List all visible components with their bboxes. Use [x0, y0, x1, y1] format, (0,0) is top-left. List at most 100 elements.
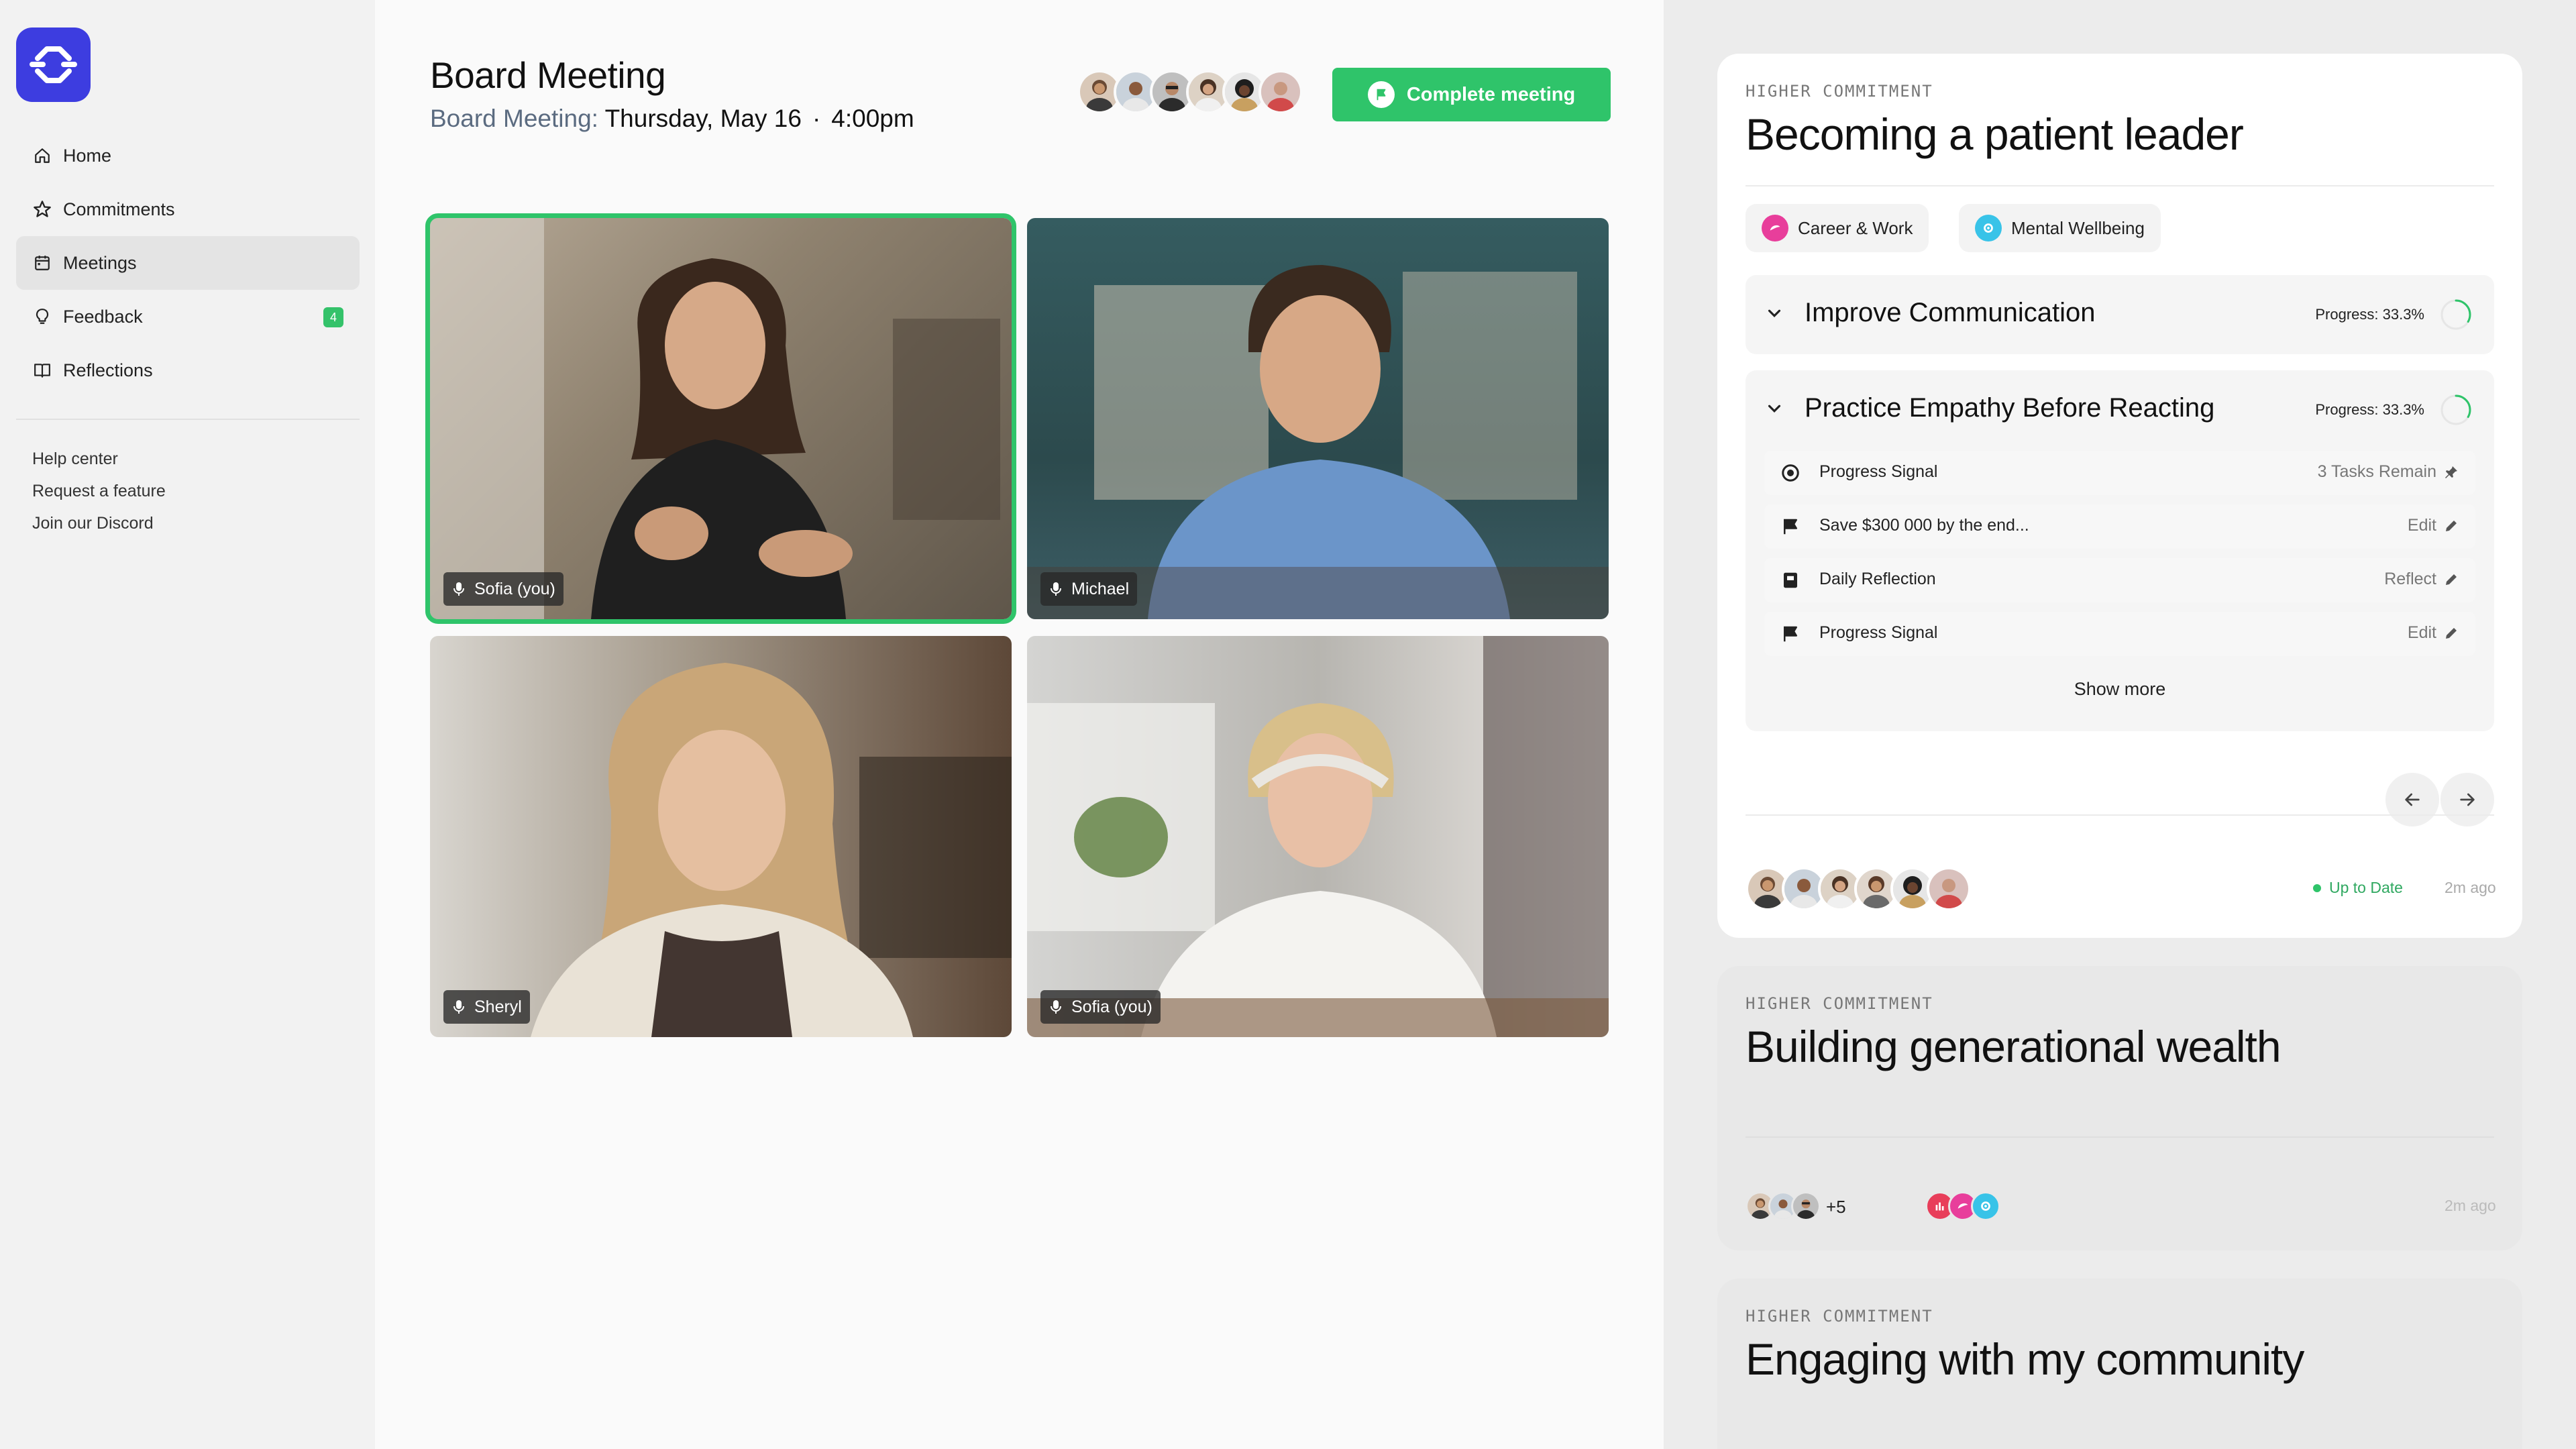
video-tile-michael[interactable]: Michael — [1027, 218, 1609, 619]
meeting-date: Thursday, May 16 — [604, 105, 802, 132]
avatar — [1927, 867, 1971, 911]
divider — [1746, 814, 2494, 816]
avatar — [1791, 1191, 1821, 1221]
more-members-count: +5 — [1826, 1197, 1846, 1217]
previous-button[interactable] — [2385, 773, 2439, 826]
request-feature-link[interactable]: Request a feature — [32, 475, 166, 507]
chevron-down-icon[interactable] — [1764, 398, 1784, 422]
nav-label: Reflections — [63, 360, 153, 380]
member-avatars[interactable] — [1746, 1191, 1821, 1221]
microphone-icon — [1050, 581, 1062, 597]
career-icon — [1762, 215, 1788, 241]
commitments-panel: HIGHER COMMITMENT Becoming a patient lea… — [1664, 0, 2576, 1449]
divider — [1746, 185, 2494, 186]
nav-item-commitments[interactable]: Commitments — [16, 182, 360, 236]
card-title: Engaging with my community — [1746, 1334, 2304, 1384]
tag-career-work[interactable]: Career & Work — [1746, 204, 1929, 252]
task-row[interactable]: Save $300 000 by the end... Edit — [1764, 504, 2475, 549]
separator: · — [812, 105, 821, 132]
pencil-icon — [2446, 520, 2457, 531]
star-icon — [32, 199, 52, 219]
participant-label: Sofia (you) — [1040, 990, 1161, 1024]
video-tile-sheryl[interactable]: Sheryl — [430, 636, 1012, 1037]
video-tile-sofia-2[interactable]: Sofia (you) — [1027, 636, 1609, 1037]
task-row[interactable]: Progress Signal Edit — [1764, 612, 2475, 656]
task-action[interactable]: Reflect — [2384, 570, 2459, 589]
task-action[interactable]: Edit — [2408, 516, 2459, 535]
status-label: Up to Date — [2329, 879, 2403, 896]
goal-title: Improve Communication — [1805, 298, 2096, 327]
nav-label: Commitments — [63, 199, 175, 219]
card-eyebrow: HIGHER COMMITMENT — [1746, 994, 1933, 1013]
task-label: Save $300 000 by the end... — [1819, 516, 2029, 535]
arrow-left-icon — [2405, 793, 2420, 806]
goal-header: Improve Communication Progress: 33.3% — [1746, 275, 2494, 354]
nav-item-feedback[interactable]: Feedback 4 — [16, 290, 360, 343]
participant-name: Sofia (you) — [474, 579, 555, 598]
progress-ring — [2439, 298, 2473, 335]
tag-label: Mental Wellbeing — [2011, 217, 2145, 238]
card-title: Becoming a patient leader — [1746, 109, 2244, 159]
task-row[interactable]: Progress Signal 3 Tasks Remain — [1764, 451, 2475, 495]
page-title: Board Meeting — [430, 54, 666, 96]
nav-item-home[interactable]: Home — [16, 129, 360, 182]
task-label: Progress Signal — [1819, 462, 1938, 481]
microphone-icon — [1050, 999, 1062, 1015]
tag-mental-wellbeing[interactable]: Mental Wellbeing — [1959, 204, 2161, 252]
chevron-down-icon[interactable] — [1764, 303, 1784, 327]
participant-video — [430, 218, 1000, 619]
task-label: Daily Reflection — [1819, 570, 1936, 588]
calendar-icon — [32, 253, 52, 273]
logo-icon — [30, 46, 77, 83]
join-discord-link[interactable]: Join our Discord — [32, 507, 166, 539]
participant-label: Michael — [1040, 572, 1138, 606]
goal-practice-empathy[interactable]: Practice Empathy Before Reacting Progres… — [1746, 370, 2494, 731]
complete-meeting-label: Complete meeting — [1406, 83, 1576, 105]
commitment-card[interactable]: HIGHER COMMITMENT Engaging with my commu… — [1717, 1279, 2522, 1449]
lightbulb-icon — [32, 307, 52, 327]
nav-label: Feedback — [63, 306, 143, 327]
show-more-button[interactable]: Show more — [1746, 679, 2494, 700]
task-action-label: Reflect — [2384, 570, 2436, 588]
commitment-card[interactable]: HIGHER COMMITMENT Becoming a patient lea… — [1717, 54, 2522, 938]
task-action[interactable]: Edit — [2408, 623, 2459, 643]
video-tile-sofia[interactable]: Sofia (you) — [425, 213, 1016, 624]
task-action[interactable]: 3 Tasks Remain — [2318, 462, 2459, 482]
pencil-icon — [2446, 574, 2457, 585]
meeting-area: Board Meeting Board Meeting: Thursday, M… — [375, 0, 1664, 1449]
participant-video — [1027, 636, 1609, 1037]
goal-progress: Progress: 33.3% — [2315, 401, 2424, 418]
card-title: Building generational wealth — [1746, 1022, 2282, 1071]
target-icon — [1780, 463, 1801, 488]
meeting-datetime: Board Meeting: Thursday, May 16 · 4:00pm — [430, 105, 914, 133]
participant-name: Michael — [1071, 579, 1130, 598]
help-center-link[interactable]: Help center — [32, 443, 166, 475]
task-label: Progress Signal — [1819, 623, 1938, 642]
updated-time: 2m ago — [2445, 1197, 2496, 1214]
member-avatars[interactable] — [1746, 867, 1971, 911]
sync-status: Up to Date — [2313, 879, 2403, 897]
microphone-icon — [453, 581, 465, 597]
goal-progress: Progress: 33.3% — [2315, 306, 2424, 323]
sidebar: Home Commitments Meetings Feedback 4 Ref… — [0, 0, 375, 1449]
participant-video — [531, 663, 1012, 1037]
task-action-label: Edit — [2407, 623, 2436, 642]
task-row[interactable]: Daily Reflection Reflect — [1764, 558, 2475, 602]
nav-label: Meetings — [63, 252, 137, 273]
app-logo[interactable] — [16, 28, 91, 102]
goal-improve-communication[interactable]: Improve Communication Progress: 33.3% — [1746, 275, 2494, 354]
goal-header: Practice Empathy Before Reacting Progres… — [1746, 370, 2494, 449]
nav-divider — [16, 419, 360, 420]
commitment-card[interactable]: HIGHER COMMITMENT Building generational … — [1717, 966, 2522, 1250]
participant-avatars[interactable] — [1077, 70, 1303, 114]
nav-item-meetings[interactable]: Meetings — [16, 236, 360, 290]
complete-meeting-button[interactable]: Complete meeting — [1332, 68, 1611, 121]
wellbeing-icon — [1971, 1191, 2000, 1221]
journal-icon — [1780, 570, 1801, 595]
participant-name: Sofia (you) — [1071, 997, 1152, 1016]
flag-icon — [1367, 81, 1395, 108]
wellbeing-icon — [1975, 215, 2002, 241]
next-button[interactable] — [2440, 773, 2494, 826]
nav-item-reflections[interactable]: Reflections — [16, 343, 360, 397]
book-icon — [32, 360, 52, 380]
